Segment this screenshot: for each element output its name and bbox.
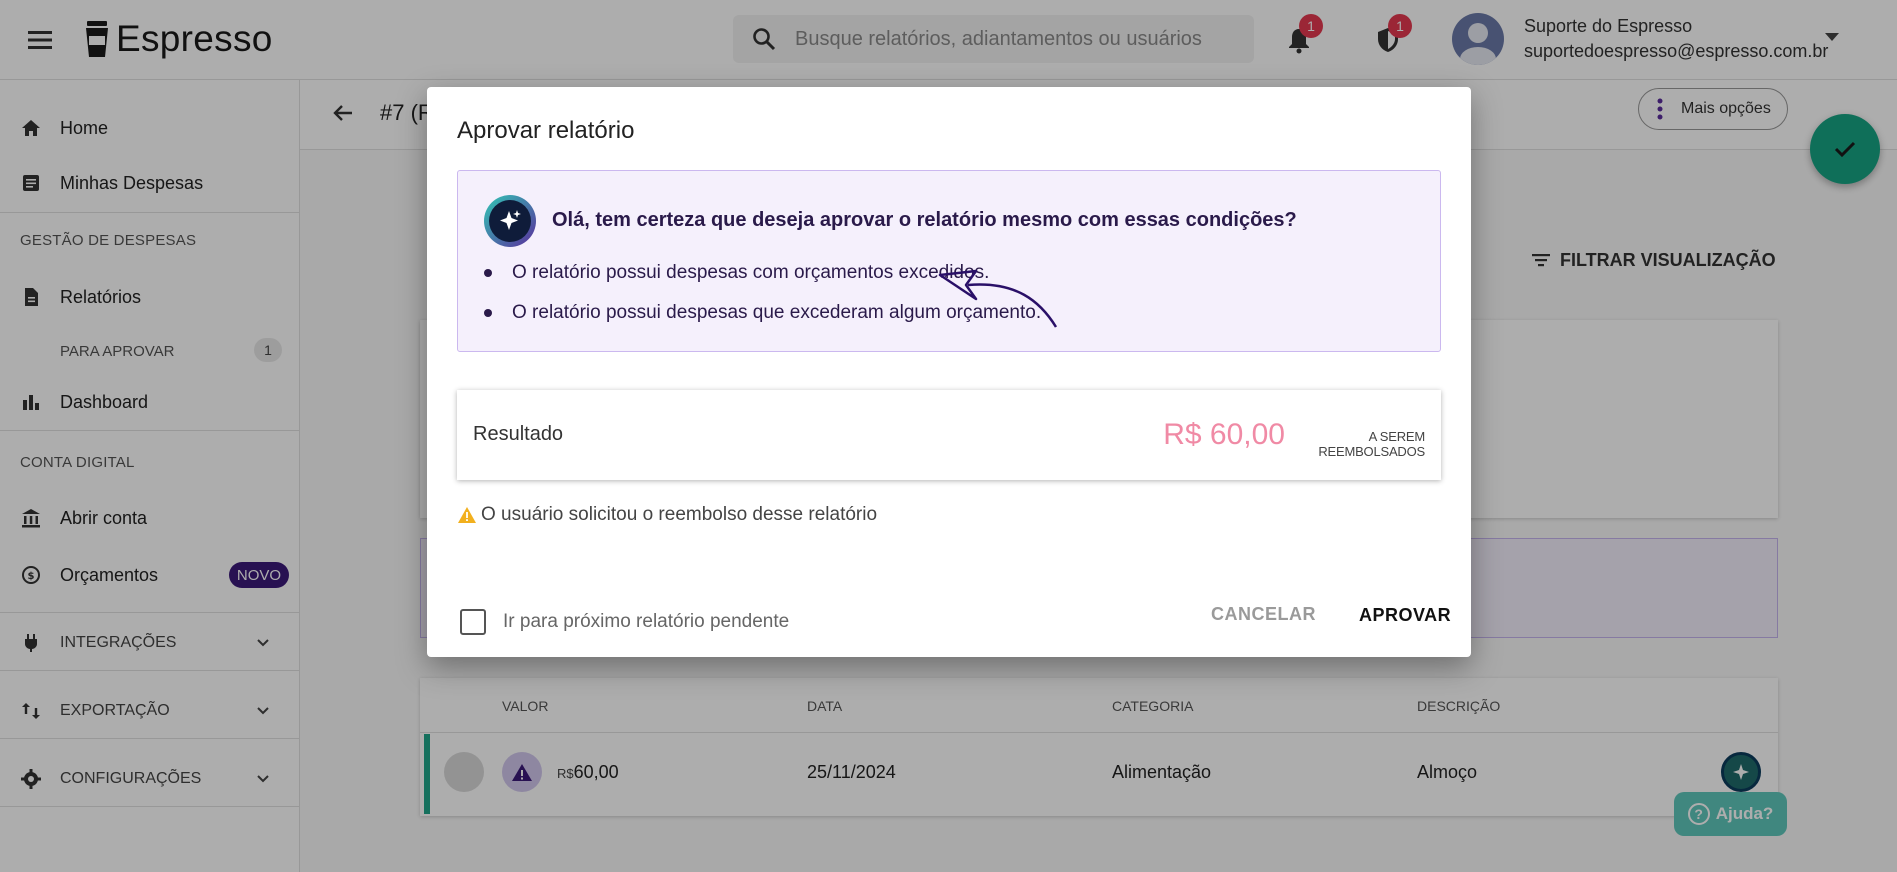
dialog-title: Aprovar relatório [457,117,635,144]
result-label: Resultado [473,423,564,445]
approve-button[interactable]: APROVAR [1359,605,1451,626]
result-value: R$ 60,00 [1163,418,1285,451]
result-sub-label: A SEREM REEMBOLSADOS [1318,429,1425,459]
cancel-button[interactable]: CANCELAR [1211,604,1316,625]
refund-warning-text: O usuário solicitou o reembolso desse re… [481,504,878,525]
ai-warning-box: Olá, tem certeza que deseja aprovar o re… [457,170,1441,352]
ai-badge [484,195,536,247]
next-report-checkbox[interactable] [460,609,486,635]
warning-icon [458,507,476,523]
result-card: Resultado R$ 60,00 A SEREM REEMBOLSADOS [457,390,1441,480]
refund-warning: O usuário solicitou o reembolso desse re… [457,504,877,526]
next-report-label[interactable]: Ir para próximo relatório pendente [503,611,789,633]
alert-heading: Olá, tem certeza que deseja aprovar o re… [552,209,1297,231]
hand-drawn-arrow-icon [938,269,1058,328]
approve-report-dialog: Aprovar relatório Olá, tem certeza que d… [427,87,1471,657]
sparkles-icon [500,210,521,230]
